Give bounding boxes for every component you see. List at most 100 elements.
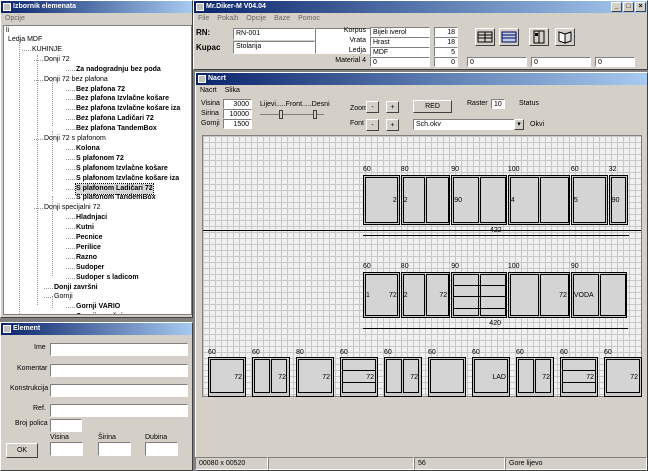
- maximize-icon[interactable]: □: [623, 2, 634, 12]
- tree-node[interactable]: Razno: [76, 253, 97, 263]
- tree-node[interactable]: Sudoper: [76, 263, 104, 273]
- sirina-input[interactable]: [98, 442, 131, 456]
- izbornik-titlebar[interactable]: Izbornik elemenata: [1, 1, 192, 13]
- ok-button[interactable]: OK: [6, 443, 38, 458]
- red-button[interactable]: RED: [413, 100, 452, 113]
- cabinet[interactable]: 2: [400, 175, 451, 225]
- tree-node[interactable]: Bez plafona Izvlačne košare: [76, 94, 169, 104]
- material-thickness[interactable]: 0: [434, 57, 458, 67]
- font-minus-button[interactable]: -: [366, 119, 379, 131]
- tree-node[interactable]: KUHINJE: [32, 45, 62, 55]
- tree-node[interactable]: Perilice: [76, 243, 101, 253]
- cabinet[interactable]: 2: [363, 175, 400, 225]
- font-plus-button[interactable]: +: [386, 119, 399, 131]
- gornji-input[interactable]: 1500: [223, 119, 252, 129]
- tree-node[interactable]: Bez plafona Izvlačne košare iza: [76, 104, 180, 114]
- sch-select[interactable]: Sch.okv: [413, 119, 523, 130]
- raster-input[interactable]: 10: [491, 99, 505, 109]
- tree-node[interactable]: Za nadogradnju bez poda: [76, 65, 161, 75]
- palette-cabinet[interactable]: 72: [604, 357, 642, 397]
- material-value[interactable]: MDF: [370, 47, 430, 57]
- extra-field-2[interactable]: 0: [531, 57, 591, 67]
- table-view-icon[interactable]: [499, 28, 519, 46]
- palette-cabinet[interactable]: 72: [384, 357, 422, 397]
- tree-node[interactable]: Bez plafona TandemBox: [76, 124, 157, 134]
- menu-3[interactable]: Baze: [274, 13, 290, 24]
- palette-cabinet[interactable]: 72: [252, 357, 290, 397]
- cabinet[interactable]: [451, 272, 507, 318]
- menu-2[interactable]: Opcije: [246, 13, 266, 24]
- visina-input[interactable]: 3000: [223, 99, 252, 109]
- position-slider-thumb-right[interactable]: [313, 110, 317, 119]
- tree-node[interactable]: Gornji završni: [76, 312, 123, 314]
- tree-node[interactable]: S plafonom 72: [76, 154, 124, 164]
- minimize-icon[interactable]: _: [611, 2, 622, 12]
- cabinet[interactable]: 72: [507, 272, 570, 318]
- menu-1[interactable]: Pokaži: [217, 13, 238, 24]
- tree-node[interactable]: Kolona: [76, 144, 100, 154]
- tree-node[interactable]: Donji 72 bez plafona: [44, 75, 108, 85]
- menu-0[interactable]: File: [198, 13, 209, 24]
- tree-node[interactable]: Bez plafona 72: [76, 85, 125, 95]
- element-tree[interactable]: li Ledja MDF KUHINJE Donji 72 Za nadogradnju…: [3, 25, 192, 315]
- cabinet[interactable]: 90: [451, 175, 507, 225]
- menu-4[interactable]: Pomoc: [298, 13, 320, 24]
- zoom-minus-button[interactable]: -: [366, 101, 379, 113]
- close-icon[interactable]: ×: [635, 2, 646, 12]
- cabinet[interactable]: 2 72: [400, 272, 451, 318]
- tree-node[interactable]: Kutni: [76, 223, 94, 233]
- tree-node[interactable]: Gornji: [54, 292, 73, 302]
- nacrt-menu-1[interactable]: Slika: [225, 85, 240, 96]
- palette-cabinet[interactable]: [428, 357, 466, 397]
- tree-node[interactable]: Pecnice: [76, 233, 102, 243]
- tree-node[interactable]: Hladnjaci: [76, 213, 107, 223]
- main-titlebar[interactable]: Mr.Diker-M V04.04 _ □ ×: [194, 1, 647, 13]
- kupac-input[interactable]: Stolarija: [233, 41, 315, 54]
- cabinet-view-icon[interactable]: [529, 28, 549, 46]
- material-value[interactable]: 0: [370, 57, 430, 67]
- zoom-plus-button[interactable]: +: [386, 101, 399, 113]
- nacrt-menu-0[interactable]: Nacrt: [200, 85, 217, 96]
- broj-polica-input[interactable]: [50, 419, 82, 432]
- position-slider-thumb-left[interactable]: [279, 110, 283, 119]
- tree-node[interactable]: Bez plafona Ladičari 72: [76, 114, 154, 124]
- ime-input[interactable]: [50, 343, 188, 356]
- palette-cabinet[interactable]: 72: [516, 357, 554, 397]
- rn-input[interactable]: RN-001: [233, 28, 315, 40]
- visina-input[interactable]: [50, 442, 83, 456]
- cabinet[interactable]: 5: [570, 175, 608, 225]
- tree-node[interactable]: Donji 72 s plafonom: [44, 134, 106, 144]
- cabinet[interactable]: VODA: [570, 272, 627, 318]
- palette-cabinet[interactable]: 72: [560, 357, 598, 397]
- tree-node[interactable]: Donji završni: [54, 283, 98, 293]
- ref-input[interactable]: [50, 404, 188, 417]
- extra-field-3[interactable]: 0: [595, 57, 635, 67]
- tree-node[interactable]: S plafonom Izvlačne košare: [76, 164, 168, 174]
- tree-node[interactable]: Sudoper s ladicom: [76, 273, 139, 283]
- tree-node[interactable]: S plafonom Izvlačne košare iza: [76, 174, 179, 184]
- nacrt-titlebar[interactable]: Nacrt: [196, 73, 647, 85]
- material-value[interactable]: Bijeli iverol: [370, 27, 430, 37]
- material-value[interactable]: Hrast: [370, 37, 430, 47]
- palette-cabinet[interactable]: 72: [340, 357, 378, 397]
- dubina-input[interactable]: [145, 442, 178, 456]
- tree-node[interactable]: Gornji VARIO: [76, 302, 120, 312]
- cabinet[interactable]: 90: [608, 175, 628, 225]
- palette-cabinet[interactable]: LAD: [472, 357, 510, 397]
- material-thickness[interactable]: 18: [434, 37, 458, 47]
- tree-node[interactable]: S plafonom TandemBox: [76, 193, 156, 203]
- extra-field-1[interactable]: 0: [467, 57, 527, 67]
- palette-cabinet[interactable]: 72: [296, 357, 334, 397]
- cabinet[interactable]: 4: [507, 175, 570, 225]
- material-thickness[interactable]: 5: [434, 47, 458, 57]
- layout-grid-icon[interactable]: [475, 28, 495, 46]
- chevron-down-icon[interactable]: ▾: [514, 119, 524, 130]
- menu-opcije[interactable]: Opcije: [5, 13, 25, 24]
- palette-cabinet[interactable]: 72: [208, 357, 246, 397]
- sirina-input[interactable]: 10000: [223, 109, 252, 119]
- tree-node[interactable]: Ledja MDF: [8, 35, 42, 45]
- cabinet[interactable]: 1 72: [363, 272, 400, 318]
- open-door-icon[interactable]: [555, 28, 575, 46]
- element-titlebar[interactable]: Element: [1, 323, 192, 335]
- material-thickness[interactable]: 18: [434, 27, 458, 37]
